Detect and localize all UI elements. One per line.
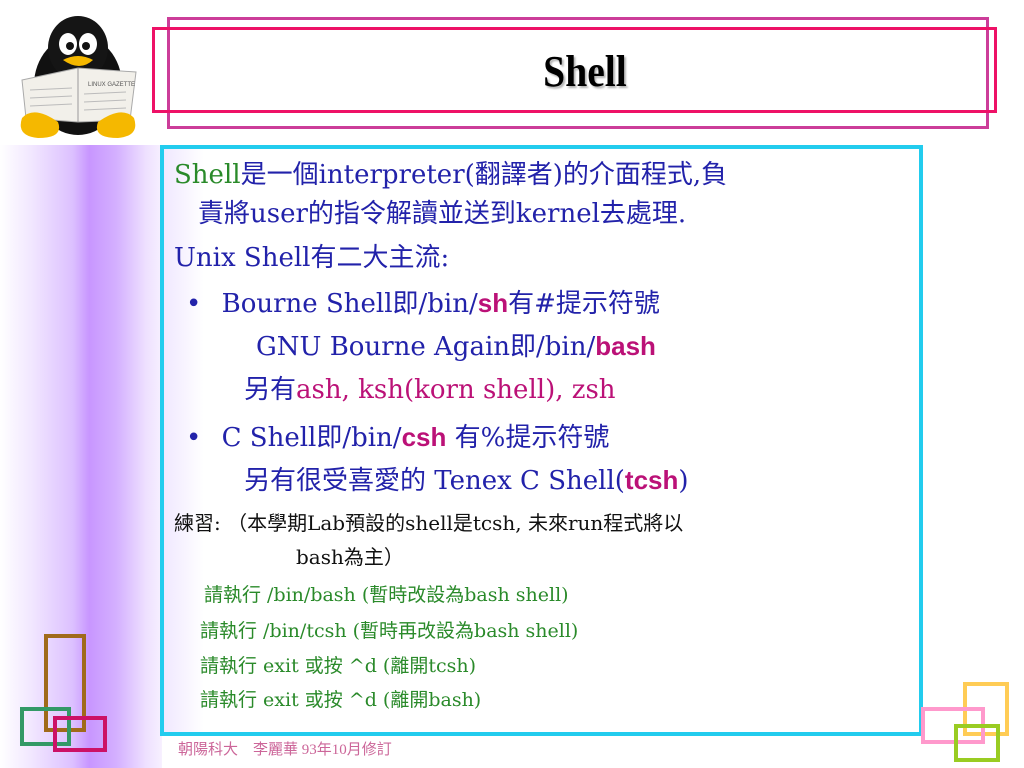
newspaper-caption: LINUX GAZETTE [88, 82, 135, 88]
exercise-item: 請執行 /bin/tcsh (暫時再改設為bash shell) [200, 620, 579, 642]
exercise-intro: 練習: （本學期Lab預設的shell是tcsh, 未來run程式將以 [174, 511, 684, 535]
exercise-item: 請執行 exit 或按 ^d (離開tcsh) [200, 655, 477, 677]
shell-highlight: Shell [174, 160, 241, 190]
slide-title: Shell [543, 47, 627, 96]
footer-credit: 朝陽科大 李麗華 93年10月修訂 [178, 742, 392, 758]
content-line-other-shells: 另有ash, ksh(korn shell), zsh [244, 375, 616, 405]
content-line-2: 責將user的指令解讀並送到kernel去處理. [198, 199, 687, 229]
exercise-intro-cont: bash為主） [296, 545, 404, 569]
exercise-item: 請執行 exit 或按 ^d (離開bash) [200, 689, 482, 711]
bullet-bourne-shell: • Bourne Shell即/bin/sh有#提示符號 [186, 288, 660, 319]
bullet-c-shell: • C Shell即/bin/csh 有%提示符號 [186, 422, 610, 453]
bullet-icon: • [186, 423, 202, 453]
penguin-logo-icon: LINUX GAZETTE [20, 16, 137, 138]
exercise-item: 請執行 /bin/bash (暫時改設為bash shell) [204, 584, 569, 606]
bullet-icon: • [186, 289, 202, 319]
content-line-1: Shell是一個interpreter(翻譯者)的介面程式,負 [174, 160, 728, 190]
content-line-gnu-bash: GNU Bourne Again即/bin/bash [256, 331, 656, 362]
decorative-square-red [53, 716, 107, 752]
content-line-3: Unix Shell有二大主流: [174, 243, 450, 273]
content-line-tcsh: 另有很受喜愛的 Tenex C Shell(tcsh) [244, 465, 689, 496]
decorative-square-lime [954, 724, 1000, 762]
